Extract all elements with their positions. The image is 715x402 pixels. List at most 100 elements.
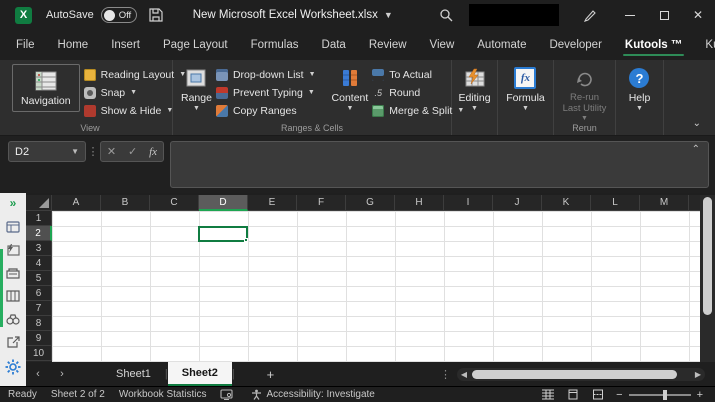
zoom-slider-thumb[interactable] bbox=[663, 390, 667, 400]
navigation-button[interactable]: Navigation bbox=[12, 64, 80, 112]
horizontal-scrollbar-thumb[interactable] bbox=[472, 370, 677, 379]
ribbon-tab-developer[interactable]: Developer bbox=[547, 34, 603, 57]
ribbon-tab-page-layout[interactable]: Page Layout bbox=[161, 34, 230, 57]
cancel-icon[interactable]: ✕ bbox=[107, 145, 116, 158]
column-header-F[interactable]: F bbox=[297, 195, 346, 211]
pen-icon[interactable] bbox=[581, 6, 599, 24]
column-header-partial[interactable] bbox=[689, 195, 700, 211]
page-layout-view-icon[interactable] bbox=[566, 389, 579, 401]
column-header-J[interactable]: J bbox=[493, 195, 542, 211]
expand-pane-icon[interactable]: » bbox=[10, 196, 17, 210]
zoom-slider[interactable] bbox=[629, 394, 691, 396]
ribbon-tab-view[interactable]: View bbox=[428, 34, 457, 57]
autosave-toggle[interactable]: Off bbox=[101, 7, 137, 23]
accessibility-icon[interactable] bbox=[251, 389, 262, 400]
column-header-L[interactable]: L bbox=[591, 195, 640, 211]
minimize-icon[interactable] bbox=[613, 1, 647, 29]
row-header-3[interactable]: 3 bbox=[26, 241, 52, 256]
insert-function-icon[interactable]: fx bbox=[149, 146, 157, 158]
prev-sheet-icon[interactable]: ‹ bbox=[26, 368, 50, 380]
column-header-K[interactable]: K bbox=[542, 195, 591, 211]
column-header-I[interactable]: I bbox=[444, 195, 493, 211]
formula-button[interactable]: fx Formula ▼ bbox=[502, 64, 549, 114]
show-hide-button[interactable]: Show & Hide ▼ bbox=[84, 103, 187, 118]
display-settings-icon[interactable] bbox=[220, 389, 233, 400]
row-header-8[interactable]: 8 bbox=[26, 316, 52, 331]
sheet-tab-sheet2[interactable]: Sheet2 bbox=[168, 362, 232, 386]
save-icon[interactable] bbox=[147, 6, 165, 24]
scroll-right-icon[interactable]: ▶ bbox=[691, 370, 705, 379]
row-header-6[interactable]: 6 bbox=[26, 286, 52, 301]
grid-cells[interactable] bbox=[52, 211, 700, 362]
sheet-tab-sheet1[interactable]: Sheet1 bbox=[102, 362, 165, 386]
row-header-1[interactable]: 1 bbox=[26, 211, 52, 226]
row-header-4[interactable]: 4 bbox=[26, 256, 52, 271]
row-header-7[interactable]: 7 bbox=[26, 301, 52, 316]
column-header-M[interactable]: M bbox=[640, 195, 689, 211]
maximize-icon[interactable] bbox=[647, 1, 681, 29]
collapse-ribbon-icon[interactable]: ⌄ bbox=[693, 118, 701, 129]
select-all-icon[interactable] bbox=[26, 195, 52, 211]
formula-input[interactable]: ⌃ bbox=[170, 141, 709, 188]
ribbon-tab-kutools-plus[interactable]: Kutools Plus bbox=[703, 34, 715, 57]
worksheets-list-icon[interactable] bbox=[6, 267, 21, 279]
rerun-last-utility-button[interactable]: Re-run Last Utility ▼ bbox=[558, 64, 611, 124]
page-break-view-icon[interactable] bbox=[591, 389, 604, 401]
sheet-info[interactable]: Sheet 2 of 2 bbox=[51, 389, 105, 400]
name-box[interactable]: D2 ▼ bbox=[8, 141, 86, 162]
ribbon-tab-formulas[interactable]: Formulas bbox=[249, 34, 301, 57]
ribbon-tab-automate[interactable]: Automate bbox=[475, 34, 528, 57]
copy-ranges-button[interactable]: Copy Ranges bbox=[216, 103, 316, 118]
ribbon-tab-data[interactable]: Data bbox=[320, 34, 348, 57]
reading-layout-button[interactable]: Reading Layout ▼ bbox=[84, 67, 187, 82]
ribbon-tab-home[interactable]: Home bbox=[56, 34, 91, 57]
selected-cell[interactable] bbox=[198, 226, 248, 242]
row-header-9[interactable]: 9 bbox=[26, 331, 52, 346]
slide-pane-icon[interactable] bbox=[6, 244, 21, 256]
row-header-5[interactable]: 5 bbox=[26, 271, 52, 286]
fill-handle[interactable] bbox=[244, 238, 248, 242]
content-button[interactable]: Content ▼ bbox=[328, 64, 373, 114]
horizontal-scrollbar[interactable]: ◀ ▶ bbox=[457, 368, 705, 381]
tabbar-drag-handle[interactable]: ⋮ bbox=[440, 368, 451, 381]
round-button[interactable]: .5 Round bbox=[372, 85, 464, 100]
scroll-left-icon[interactable]: ◀ bbox=[457, 370, 471, 379]
columns-pane-icon[interactable] bbox=[6, 290, 21, 302]
merge-split-button[interactable]: Merge & Split ▼ bbox=[372, 103, 464, 118]
title-chevron-icon[interactable]: ▼ bbox=[384, 10, 393, 20]
column-header-E[interactable]: E bbox=[248, 195, 297, 211]
ribbon-tab-file[interactable]: File bbox=[14, 34, 37, 57]
workbook-statistics[interactable]: Workbook Statistics bbox=[119, 389, 207, 400]
column-header-G[interactable]: G bbox=[346, 195, 395, 211]
enter-icon[interactable]: ✓ bbox=[128, 145, 137, 158]
row-header-10[interactable]: 10 bbox=[26, 346, 52, 361]
help-button[interactable]: ? Help ▼ bbox=[625, 64, 655, 114]
column-header-H[interactable]: H bbox=[395, 195, 444, 211]
column-header-D[interactable]: D bbox=[199, 195, 248, 211]
collapse-formula-bar-icon[interactable]: ⌃ bbox=[692, 144, 700, 155]
row-header-2[interactable]: 2 bbox=[26, 226, 52, 241]
new-sheet-button[interactable]: + bbox=[267, 367, 275, 382]
binoculars-icon[interactable] bbox=[6, 313, 21, 325]
accessibility-status[interactable]: Accessibility: Investigate bbox=[266, 389, 374, 400]
zoom-out-icon[interactable]: − bbox=[616, 389, 622, 401]
ribbon-tab-insert[interactable]: Insert bbox=[109, 34, 142, 57]
column-header-A[interactable]: A bbox=[52, 195, 101, 211]
worksheet-pane-icon[interactable] bbox=[6, 221, 21, 233]
search-icon[interactable] bbox=[437, 6, 455, 24]
ribbon-tab-kutools[interactable]: Kutools ™ bbox=[623, 34, 685, 57]
settings-gear-icon[interactable] bbox=[5, 359, 21, 379]
editing-button[interactable]: Editing ▼ bbox=[454, 64, 494, 114]
prevent-typing-button[interactable]: Prevent Typing ▼ bbox=[216, 85, 316, 100]
column-header-C[interactable]: C bbox=[150, 195, 199, 211]
dropdown-list-button[interactable]: Drop-down List ▼ bbox=[216, 67, 316, 82]
ribbon-tab-review[interactable]: Review bbox=[367, 34, 409, 57]
normal-view-icon[interactable] bbox=[541, 389, 554, 401]
snap-button[interactable]: Snap ▼ bbox=[84, 85, 187, 100]
column-header-B[interactable]: B bbox=[101, 195, 150, 211]
open-external-icon[interactable] bbox=[6, 336, 21, 348]
formula-bar-drag-handle[interactable]: ⋮ bbox=[86, 141, 100, 158]
next-sheet-icon[interactable]: › bbox=[50, 368, 74, 380]
range-button[interactable]: Range ▼ bbox=[177, 64, 216, 114]
vertical-scrollbar[interactable] bbox=[700, 195, 715, 362]
